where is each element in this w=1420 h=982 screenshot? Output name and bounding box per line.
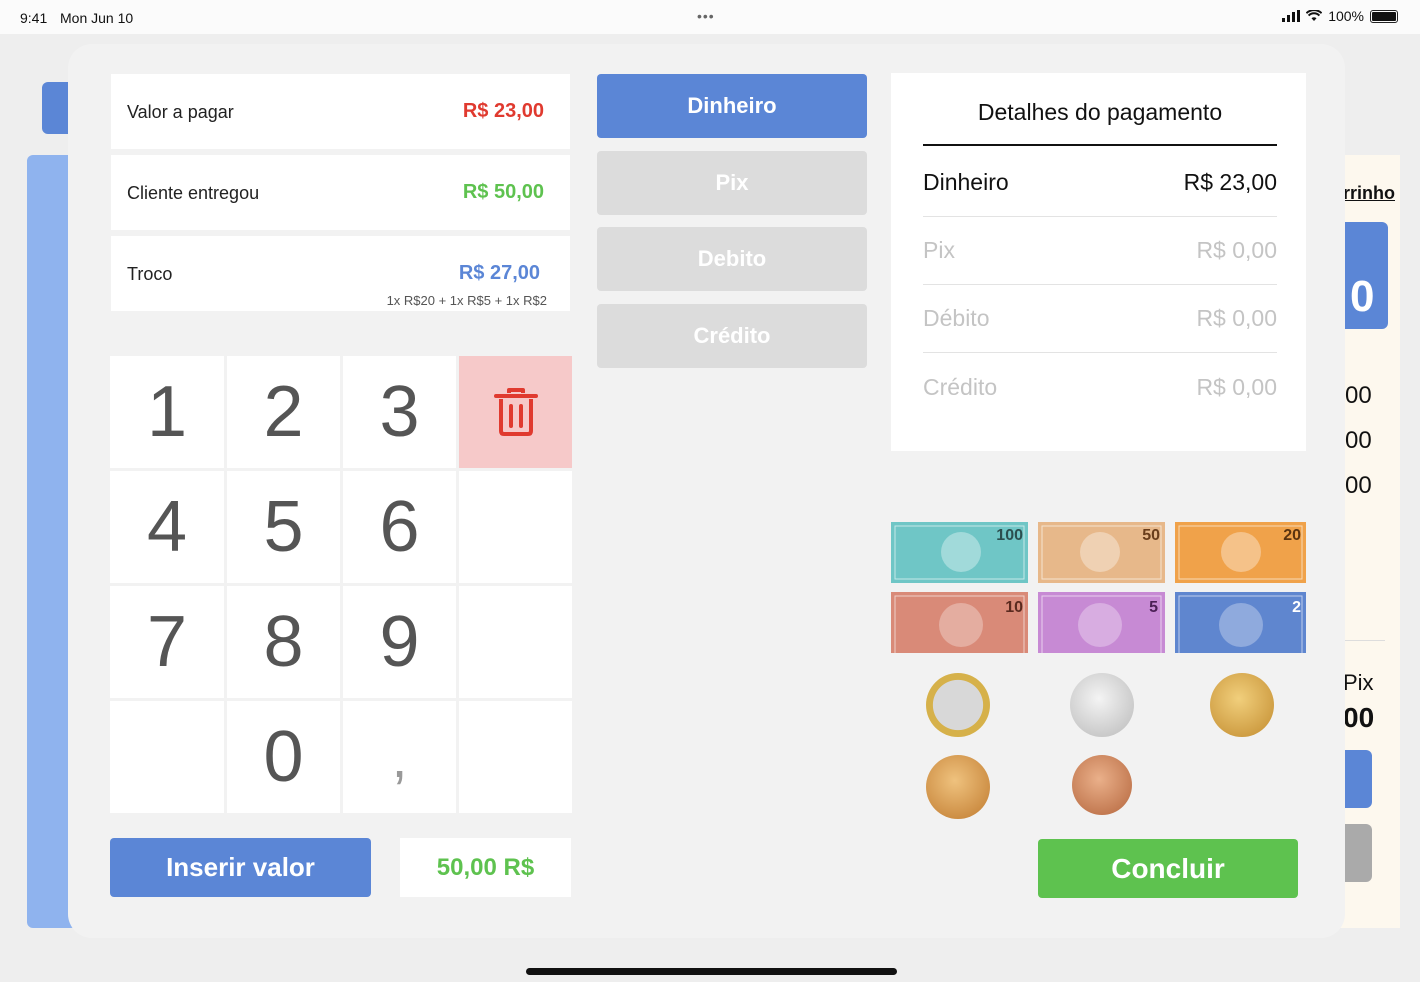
status-date: Mon Jun 10: [60, 10, 134, 26]
background-value: 00: [1345, 427, 1372, 454]
key-7[interactable]: 7: [110, 586, 224, 698]
amount-given-label: Cliente entregou: [127, 183, 260, 203]
detail-value: R$ 0,00: [1196, 305, 1277, 331]
key-empty: [459, 701, 572, 813]
wifi-icon: [1306, 10, 1323, 21]
detail-row-debit: Débito R$ 0,00: [923, 285, 1277, 353]
banknote-50[interactable]: 50: [1038, 522, 1175, 583]
insert-value-button[interactable]: Inserir valor: [110, 838, 371, 897]
detail-label: Débito: [923, 305, 990, 331]
status-time: 9:41: [20, 10, 48, 26]
amount-given-card: Cliente entregou R$ 50,00: [111, 155, 570, 230]
detail-value: R$ 0,00: [1196, 237, 1277, 263]
key-6[interactable]: 6: [343, 471, 456, 583]
key-empty: [459, 471, 572, 583]
banknote-100[interactable]: 100: [891, 522, 1028, 583]
banknote-5[interactable]: 5: [1038, 592, 1175, 653]
multitask-dots-icon[interactable]: •••: [697, 8, 715, 24]
battery-percent: 100%: [1328, 8, 1364, 24]
key-5[interactable]: 5: [227, 471, 340, 583]
background-value: 00: [1345, 472, 1372, 499]
key-2[interactable]: 2: [227, 356, 340, 468]
change-label: Troco: [127, 264, 173, 284]
banknote-value: 10: [1005, 599, 1023, 616]
change-value: R$ 27,00: [458, 262, 540, 284]
banknote-value: 100: [996, 527, 1023, 544]
key-0[interactable]: 0: [227, 701, 340, 813]
background-pix-value: 00: [1343, 702, 1375, 733]
coin-1-real[interactable]: [926, 673, 990, 737]
coin-5-centavos[interactable]: [1072, 755, 1132, 815]
method-pix-button[interactable]: Pix: [597, 151, 867, 215]
detail-row-credit: Crédito R$ 0,00: [923, 353, 1277, 421]
key-8[interactable]: 8: [227, 586, 340, 698]
coin-50-centavos[interactable]: [1070, 673, 1134, 737]
coin-25-centavos[interactable]: [1210, 673, 1274, 737]
detail-row-cash: Dinheiro R$ 23,00: [923, 149, 1277, 217]
details-title: Detalhes do pagamento: [923, 99, 1277, 146]
key-empty: [459, 586, 572, 698]
banknote-20[interactable]: 20: [1175, 522, 1312, 583]
amount-due-card: Valor a pagar R$ 23,00: [111, 74, 570, 149]
amount-due-label: Valor a pagar: [127, 102, 234, 122]
home-indicator[interactable]: [526, 968, 897, 975]
background-value: 00: [1345, 382, 1372, 409]
battery-icon: [1370, 9, 1398, 23]
banknote-value: 50: [1142, 527, 1160, 544]
banknote-value: 2: [1292, 599, 1301, 616]
signal-icon: [1282, 10, 1301, 22]
amount-due-value: R$ 23,00: [462, 100, 544, 122]
delete-key[interactable]: [459, 356, 572, 468]
banknote-10[interactable]: 10: [891, 592, 1028, 653]
status-bar: 9:41 Mon Jun 10 ••• 100%: [0, 0, 1420, 34]
banknote-value: 20: [1283, 527, 1301, 544]
detail-value: R$ 0,00: [1196, 373, 1277, 400]
key-9[interactable]: 9: [343, 586, 456, 698]
conclude-button[interactable]: Concluir: [1038, 839, 1298, 898]
key-4[interactable]: 4: [110, 471, 224, 583]
key-empty: [110, 701, 224, 813]
numeric-keypad: 1 2 3 4 5 6 7 8 9 0 ,: [110, 356, 572, 817]
key-comma[interactable]: ,: [343, 701, 456, 813]
detail-label: Dinheiro: [923, 169, 1009, 195]
change-breakdown: 1x R$20 + 1x R$5 + 1x R$2: [386, 293, 547, 308]
cart-tab[interactable]: rrinho: [1343, 183, 1395, 204]
key-1[interactable]: 1: [110, 356, 224, 468]
trash-icon: [493, 388, 538, 436]
banknote-value: 5: [1149, 599, 1158, 616]
background-pix-label: Pix: [1343, 670, 1374, 695]
banknote-2[interactable]: 2: [1175, 592, 1312, 653]
method-credit-button[interactable]: Crédito: [597, 304, 867, 368]
coin-10-centavos[interactable]: [926, 755, 990, 819]
detail-value: R$ 23,00: [1183, 169, 1277, 195]
detail-label: Crédito: [923, 373, 998, 400]
payment-details-panel: Detalhes do pagamento Dinheiro R$ 23,00 …: [891, 73, 1306, 451]
amount-given-value: R$ 50,00: [462, 181, 544, 203]
method-cash-button[interactable]: Dinheiro: [597, 74, 867, 138]
detail-row-pix: Pix R$ 0,00: [923, 217, 1277, 285]
method-debit-button[interactable]: Debito: [597, 227, 867, 291]
detail-label: Pix: [923, 237, 955, 263]
change-card: Troco R$ 27,00 1x R$20 + 1x R$5 + 1x R$2: [111, 236, 570, 311]
entered-value-display: 50,00 R$: [400, 838, 571, 897]
key-3[interactable]: 3: [343, 356, 456, 468]
